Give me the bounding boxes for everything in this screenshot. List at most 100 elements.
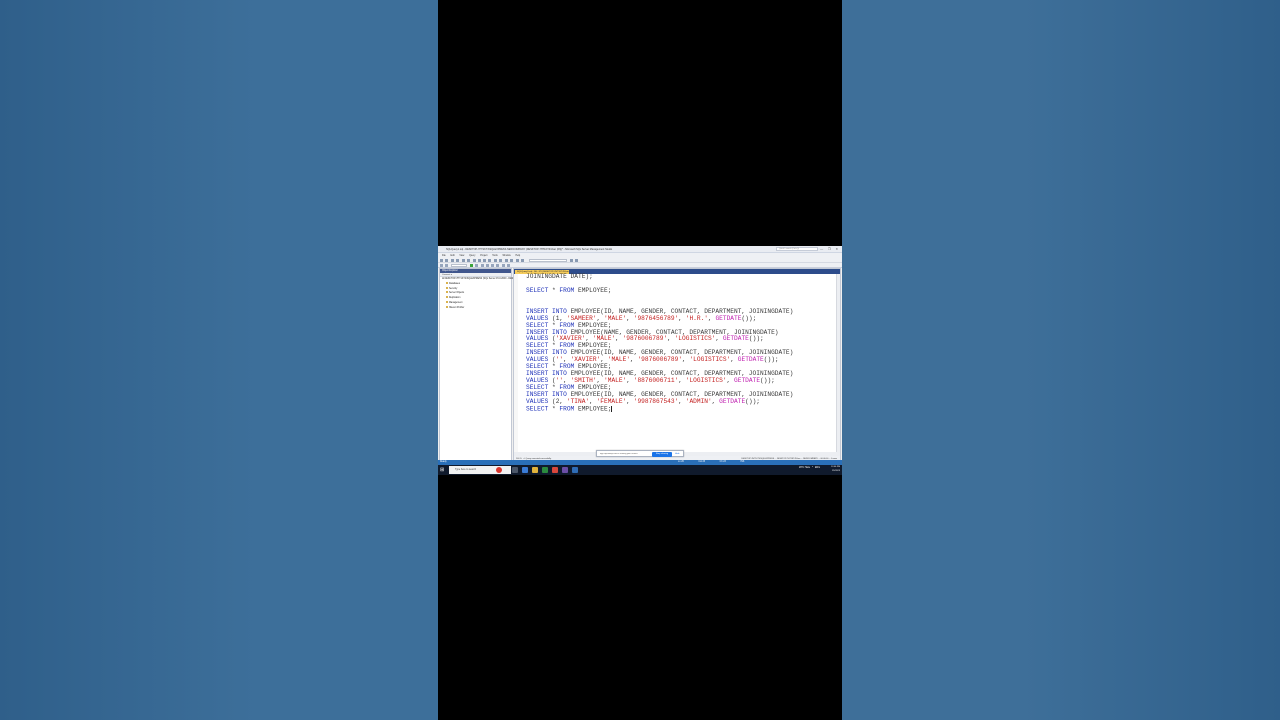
sql-code-editor[interactable]: JOININGDATE DATE); SELECT * FROM EMPLOYEE… xyxy=(514,273,836,452)
uncomment-icon[interactable] xyxy=(496,264,500,267)
comment-icon[interactable] xyxy=(491,264,495,267)
code-token: 'LOGISTICS' xyxy=(689,356,731,364)
forward-icon[interactable] xyxy=(445,259,448,262)
weather-widget[interactable]: 29°C Haze xyxy=(799,467,810,469)
quick-launch-input[interactable]: Quick Launch (Ctrl+Q) xyxy=(776,247,818,251)
outdent-icon[interactable] xyxy=(507,264,511,267)
save-icon[interactable] xyxy=(461,259,465,262)
code-token: ()); xyxy=(741,314,757,322)
code-token: EMPLOYEE; xyxy=(574,342,612,350)
parse-icon[interactable] xyxy=(480,264,484,267)
copy-icon[interactable] xyxy=(505,259,509,262)
windows-start-icon[interactable]: ⊞ xyxy=(440,467,446,473)
code-token: 'FEMALE' xyxy=(596,397,627,405)
vs-icon[interactable] xyxy=(562,467,568,473)
language-indicator[interactable]: ENG xyxy=(815,467,820,469)
code-token: (1, xyxy=(548,314,567,322)
properties-icon[interactable] xyxy=(574,259,578,262)
new-file-icon[interactable] xyxy=(450,259,454,262)
database-select[interactable] xyxy=(450,264,467,267)
code-token: , xyxy=(678,377,686,385)
redo-icon[interactable] xyxy=(520,259,524,262)
undo-icon[interactable] xyxy=(515,259,519,262)
code-line[interactable]: SELECT * FROM EMPLOYEE; xyxy=(526,405,836,413)
store-icon[interactable] xyxy=(542,467,548,473)
tree-node-xevent-profiler[interactable]: XEvent Profiler xyxy=(442,305,509,311)
change-connection-icon[interactable] xyxy=(445,264,448,267)
code-line[interactable] xyxy=(526,295,836,302)
indent-icon[interactable] xyxy=(502,264,506,267)
code-token: FROM xyxy=(559,286,575,294)
code-token: ( xyxy=(548,377,556,385)
code-token: , xyxy=(678,314,686,322)
stop-icon[interactable] xyxy=(474,264,478,267)
object-explorer-tree: ⊟ DESKTOP-7HT1KT4\SQLEXPRESS (SQL Server… xyxy=(440,277,536,312)
mdx-icon[interactable] xyxy=(477,259,481,262)
dmx-icon[interactable] xyxy=(483,259,487,262)
ssms-window: SQLQuery1.sql - DESKTOP-7HT1KT4\SQLEXPRE… xyxy=(438,246,842,475)
clock-time: 12:06 PM xyxy=(831,466,840,468)
back-icon[interactable] xyxy=(440,259,443,262)
code-token: 'XAVIER' xyxy=(570,356,601,364)
ssms-icon[interactable] xyxy=(572,467,578,473)
window-title: SQLQuery1.sql - DESKTOP-7HT1KT4\SQLEXPRE… xyxy=(446,248,613,251)
menu-query[interactable]: Query xyxy=(469,255,475,257)
code-token: 'SMITH' xyxy=(570,377,597,385)
solution-config-select[interactable] xyxy=(528,259,567,262)
code-line[interactable]: SELECT * FROM EMPLOYEE; xyxy=(526,286,836,295)
menu-tools[interactable]: Tools xyxy=(492,255,497,257)
edge-browser-icon[interactable] xyxy=(522,467,528,473)
code-token: INSERT INTO xyxy=(526,370,567,378)
code-token: SELECT xyxy=(526,384,549,391)
taskbar-clock[interactable]: 12:06 PM 1/5/2023 xyxy=(831,466,840,473)
editor-vertical-scrollbar[interactable] xyxy=(836,274,840,452)
menu-project[interactable]: Project xyxy=(480,255,487,257)
code-token: FROM xyxy=(559,405,575,413)
code-token: ( xyxy=(548,356,556,364)
menu-file[interactable]: File xyxy=(442,255,446,257)
menu-window[interactable]: Window xyxy=(502,255,510,257)
code-token: * xyxy=(548,384,560,391)
open-icon[interactable] xyxy=(455,259,459,262)
dax-icon[interactable] xyxy=(494,259,498,262)
tree-node-label: Replication xyxy=(449,297,461,300)
new-query-icon[interactable] xyxy=(472,259,476,262)
code-token: 'MALE' xyxy=(592,335,616,343)
code-token: SELECT xyxy=(526,342,549,350)
hide-button[interactable]: Hide xyxy=(675,452,683,457)
status-line: Ln 26 xyxy=(678,461,684,463)
paste-icon[interactable] xyxy=(510,259,514,262)
screen-share-message: app.clipchamp.com is sharing your screen… xyxy=(600,453,638,455)
window-controls[interactable]: — ❐ ✕ xyxy=(820,247,840,251)
cut-icon[interactable] xyxy=(499,259,503,262)
task-view-icon[interactable] xyxy=(512,467,518,473)
code-token: VALUES xyxy=(526,335,549,343)
title-bar: SQLQuery1.sql - DESKTOP-7HT1KT4\SQLEXPRE… xyxy=(438,246,842,253)
execute-icon[interactable] xyxy=(469,264,473,267)
code-token: SELECT xyxy=(526,286,549,294)
menu-edit[interactable]: Edit xyxy=(451,255,455,257)
avatar-icon[interactable] xyxy=(496,467,502,473)
connect-icon[interactable] xyxy=(440,264,443,267)
stop-sharing-button[interactable]: Stop sharing xyxy=(652,452,672,457)
code-token: '9876456789' xyxy=(633,314,679,322)
code-token: INSERT INTO xyxy=(526,307,567,315)
code-token: EMPLOYEE(ID, NAME, GENDER, CONTACT, DEPA… xyxy=(566,349,794,357)
code-token: EMPLOYEE; xyxy=(574,363,612,371)
menu-help[interactable]: Help xyxy=(515,255,520,257)
code-token: , xyxy=(626,314,634,322)
code-token: FROM xyxy=(559,321,575,329)
save-all-icon[interactable] xyxy=(466,259,470,262)
code-token: GETDATE xyxy=(719,397,746,405)
xmla-icon[interactable] xyxy=(488,259,492,262)
code-token: , xyxy=(615,335,623,343)
code-token: EMPLOYEE; xyxy=(574,286,612,294)
text-cursor xyxy=(611,405,613,412)
display-plan-icon[interactable] xyxy=(485,264,489,267)
status-col: Col 23 xyxy=(698,461,706,463)
code-line[interactable]: JOININGDATE DATE); xyxy=(526,273,836,281)
find-icon[interactable] xyxy=(569,259,573,262)
chrome-icon[interactable] xyxy=(552,467,558,473)
file-explorer-icon[interactable] xyxy=(532,467,538,473)
menu-view[interactable]: View xyxy=(459,255,464,257)
